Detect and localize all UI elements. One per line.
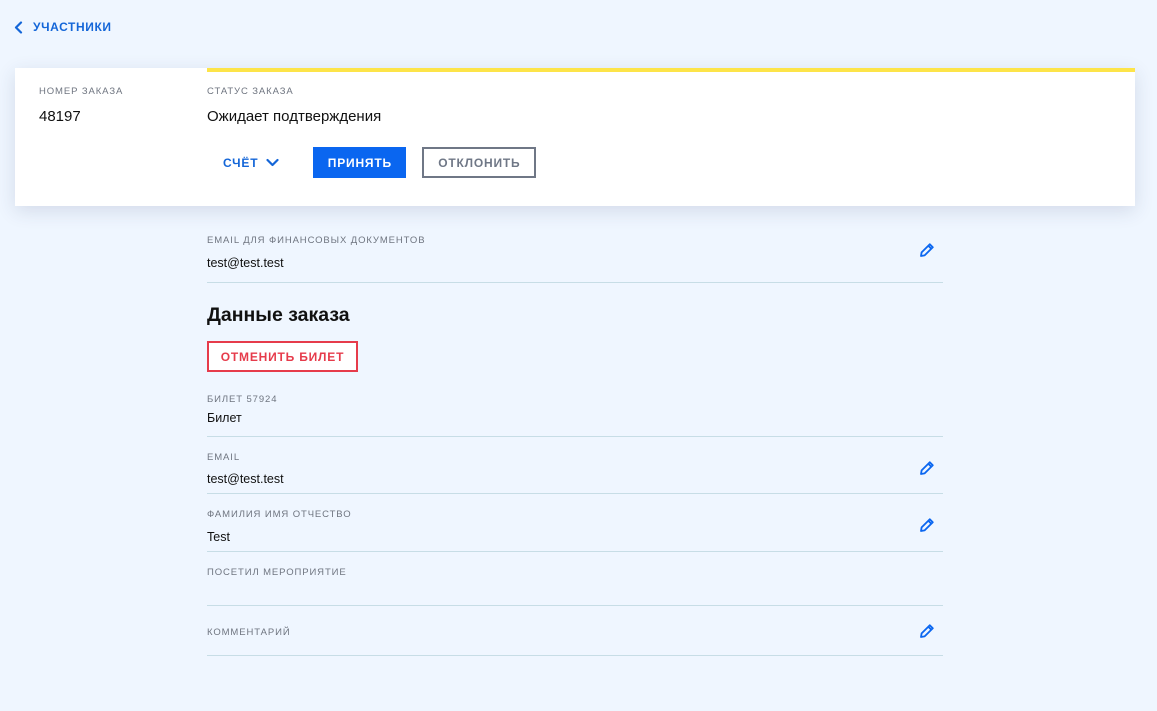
back-to-participants-link[interactable]: УЧАСТНИКИ	[14, 20, 112, 34]
attended-event-field-label: ПОСЕТИЛ МЕРОПРИЯТИЕ	[207, 567, 347, 578]
back-link-label: УЧАСТНИКИ	[33, 20, 112, 34]
chevron-left-icon	[14, 20, 23, 34]
order-number-value: 48197	[39, 108, 81, 125]
order-data-title: Данные заказа	[207, 304, 350, 326]
ticket-type-value: Билет	[207, 411, 242, 425]
finance-email-row: EMAIL ДЛЯ ФИНАНСОВЫХ ДОКУМЕНТОВ test@tes…	[207, 206, 943, 283]
comment-field-row: КОММЕНТАРИЙ	[207, 606, 943, 656]
order-status-label: СТАТУС ЗАКАЗА	[207, 86, 294, 97]
order-summary-card: НОМЕР ЗАКАЗА 48197 СТАТУС ЗАКАЗА Ожидает…	[15, 68, 1135, 206]
edit-full-name-pencil-icon[interactable]	[919, 517, 935, 533]
order-status-block: СТАТУС ЗАКАЗА Ожидает подтверждения	[207, 86, 381, 125]
decline-button[interactable]: ОТКЛОНИТЬ	[422, 147, 537, 178]
order-actions: СЧЁТ ПРИНЯТЬ ОТКЛОНИТЬ	[207, 147, 537, 178]
order-number-block: НОМЕР ЗАКАЗА 48197	[39, 86, 123, 125]
full-name-field-value: Test	[207, 530, 230, 544]
edit-email-pencil-icon[interactable]	[919, 460, 935, 476]
email-field-value: test@test.test	[207, 472, 284, 486]
accept-button[interactable]: ПРИНЯТЬ	[313, 147, 407, 178]
status-indicator-bar	[207, 68, 1135, 72]
cancel-ticket-button[interactable]: ОТМЕНИТЬ БИЛЕТ	[207, 341, 358, 372]
invoice-dropdown[interactable]: СЧЁТ	[207, 147, 295, 178]
email-field-label: EMAIL	[207, 452, 241, 463]
order-number-label: НОМЕР ЗАКАЗА	[39, 86, 124, 97]
order-details: EMAIL ДЛЯ ФИНАНСОВЫХ ДОКУМЕНТОВ test@tes…	[207, 206, 943, 656]
order-status-value: Ожидает подтверждения	[207, 108, 382, 125]
full-name-field-row: ФАМИЛИЯ ИМЯ ОТЧЕСТВО Test	[207, 494, 943, 552]
finance-email-value: test@test.test	[207, 256, 284, 270]
comment-field-label: КОММЕНТАРИЙ	[207, 627, 291, 638]
edit-comment-pencil-icon[interactable]	[919, 623, 935, 639]
attended-event-field-row: ПОСЕТИЛ МЕРОПРИЯТИЕ	[207, 552, 943, 606]
edit-finance-email-pencil-icon[interactable]	[919, 242, 935, 258]
full-name-field-label: ФАМИЛИЯ ИМЯ ОТЧЕСТВО	[207, 509, 352, 520]
finance-email-label: EMAIL ДЛЯ ФИНАНСОВЫХ ДОКУМЕНТОВ	[207, 235, 426, 246]
chevron-down-icon	[266, 156, 279, 170]
order-data-section: Данные заказа ОТМЕНИТЬ БИЛЕТ БИЛЕТ 57924…	[207, 283, 943, 437]
ticket-label: БИЛЕТ 57924	[207, 394, 278, 405]
email-field-row: EMAIL test@test.test	[207, 437, 943, 494]
invoice-dropdown-label: СЧЁТ	[223, 155, 259, 170]
